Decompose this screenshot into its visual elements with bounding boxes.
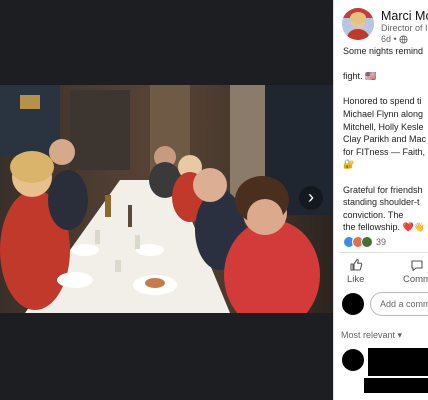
post-panel: Marci Mc Director of I 6d • Some nights … xyxy=(333,0,428,400)
post-text-line: fight. 🇺🇸 xyxy=(343,71,377,82)
post-text-line: 🔐 xyxy=(343,159,355,170)
post-photo[interactable] xyxy=(0,85,333,313)
post-time: 6d • xyxy=(381,34,397,44)
post-text-line: Mitchell, Holly Kesle xyxy=(343,121,424,132)
like-button[interactable]: Like xyxy=(347,258,364,285)
author-avatar[interactable] xyxy=(342,8,374,40)
photo-viewer: › xyxy=(0,0,333,400)
redacted-comment-text xyxy=(364,378,428,393)
divider xyxy=(339,252,428,253)
post-text-line: standing shoulder-t xyxy=(343,197,420,208)
post-text-line: conviction. The xyxy=(343,209,404,220)
post-text-line: for FITness — Faith, xyxy=(343,146,426,157)
next-photo-button[interactable]: › xyxy=(299,186,323,210)
author-role: Director of I xyxy=(381,23,428,33)
comment-icon xyxy=(411,260,423,272)
comment-sort-dropdown[interactable]: Most relevant ▾ xyxy=(341,330,402,341)
reaction-count: 39 xyxy=(376,237,387,247)
redacted-comment-author xyxy=(368,348,428,376)
post-text-line: the fellowship. ❤️👋 xyxy=(343,222,425,233)
panel-divider xyxy=(333,0,334,400)
comment-button[interactable]: Comm xyxy=(403,258,428,285)
dinner-photo-image xyxy=(0,85,333,313)
post-text-line: Some nights remind xyxy=(343,46,424,56)
author-name[interactable]: Marci Mc xyxy=(381,9,428,23)
post-text-line: Honored to spend ti xyxy=(343,96,422,107)
post-text-line: Clay Parikh and Mac xyxy=(343,134,427,145)
post-text-line: Michael Flynn along xyxy=(343,108,424,119)
post-header: Marci Mc Director of I 6d • xyxy=(342,6,428,46)
globe-icon xyxy=(399,34,408,44)
reactions-summary[interactable]: 39 xyxy=(343,236,386,248)
current-user-avatar xyxy=(342,293,364,315)
thumbs-up-icon xyxy=(350,258,362,271)
post-meta: 6d • xyxy=(381,34,408,44)
like-label: Like xyxy=(347,274,365,285)
commenter-avatar[interactable] xyxy=(342,349,364,371)
celebrate-reaction-icon xyxy=(361,236,373,248)
post-text: Some nights remind fight. 🇺🇸 Honored to … xyxy=(343,45,428,234)
post-text-line: Grateful for friendsh xyxy=(343,184,423,195)
avatar-image xyxy=(342,8,374,40)
comment-input[interactable]: Add a comm xyxy=(370,292,428,316)
comment-label: Comm xyxy=(403,274,428,285)
